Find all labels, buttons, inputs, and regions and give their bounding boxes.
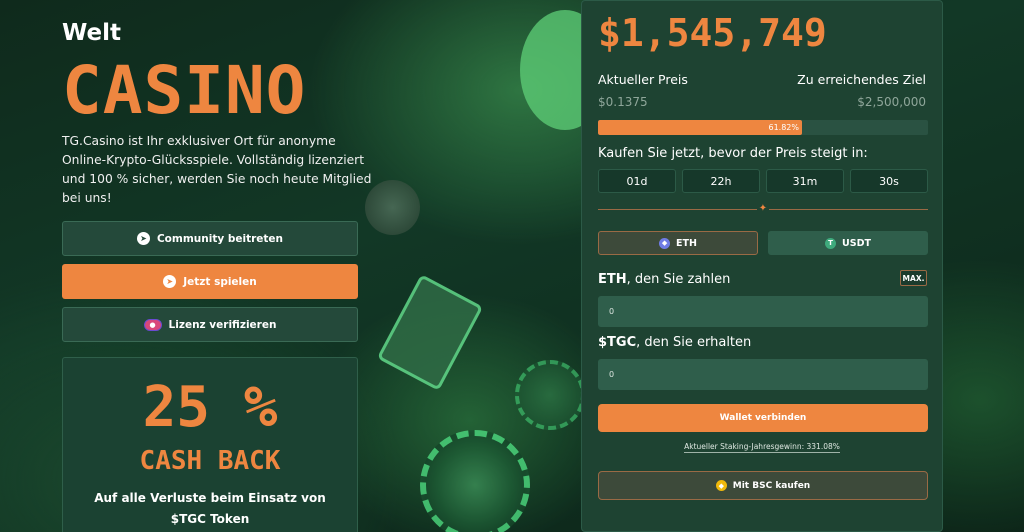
token-usdt-button[interactable]: T USDT <box>768 231 928 255</box>
current-price-value: $0.1375 <box>598 95 648 109</box>
background-chip <box>515 360 585 430</box>
hero-title: CASINO <box>62 52 307 129</box>
community-button-label: Community beitreten <box>156 232 284 245</box>
pay-label-text: , den Sie zahlen <box>626 272 731 287</box>
background-chip <box>420 430 530 532</box>
timer-days: 01d <box>598 169 676 193</box>
presale-panel: $1,545,749 Aktueller Preis Zu erreichend… <box>581 0 943 532</box>
telegram-icon: ➤ <box>136 232 150 245</box>
hero-description: TG.Casino ist Ihr exklusiver Ort für ano… <box>62 134 372 205</box>
verify-license-button[interactable]: ● Lizenz verifizieren <box>62 307 358 342</box>
cashback-percent: 25 % <box>142 375 278 440</box>
cashback-card: 25 % CASH BACK Auf alle Verluste beim Ei… <box>62 357 358 532</box>
target-label: Zu erreichendes Ziel <box>797 72 926 87</box>
license-badge-icon: ● <box>143 318 162 331</box>
receive-label-text: , den Sie erhalten <box>636 335 752 350</box>
buy-with-bsc-label: Mit BSC kaufen <box>732 480 811 491</box>
current-price-label: Aktueller Preis <box>598 72 688 87</box>
target-value: $2,500,000 <box>857 95 926 109</box>
receive-currency: $TGC <box>598 335 637 350</box>
background-chip <box>365 180 420 235</box>
max-button[interactable]: MAX. <box>900 270 927 286</box>
receive-label: $TGC, den Sie erhalten <box>598 335 751 350</box>
timer-seconds: 30s <box>850 169 928 193</box>
receive-input[interactable]: 0 <box>598 359 928 390</box>
progress-bar: 61.82% <box>598 120 928 135</box>
token-eth-button[interactable]: ◆ ETH <box>598 231 758 255</box>
pay-currency: ETH <box>598 272 627 287</box>
token-eth-label: ETH <box>676 237 697 249</box>
progress-label: 61.82% <box>768 123 799 132</box>
verify-license-label: Lizenz verifizieren <box>168 318 277 331</box>
cashback-description: Auf alle Verluste beim Einsatz von $TGC … <box>94 491 326 526</box>
pay-input[interactable]: 0 <box>598 296 928 327</box>
token-usdt-label: USDT <box>842 237 871 249</box>
buy-with-bsc-button[interactable]: ◆ Mit BSC kaufen <box>598 471 928 500</box>
eth-icon: ◆ <box>659 237 671 249</box>
bnb-icon: ◆ <box>715 480 727 491</box>
hero-subtitle: Welt <box>62 20 122 46</box>
play-button-label: Jetzt spielen <box>183 275 257 288</box>
pay-label: ETH, den Sie zahlen <box>598 272 730 287</box>
community-button[interactable]: ➤ Community beitreten <box>62 221 358 256</box>
background-card <box>376 274 484 391</box>
staking-link[interactable]: Aktueller Staking-Jahresgewinn: 331.08% <box>684 442 840 453</box>
staking-info: Aktueller Staking-Jahresgewinn: 331.08% <box>582 442 942 453</box>
telegram-icon: ➤ <box>163 275 177 288</box>
usdt-icon: T <box>825 237 837 249</box>
diamond-icon: ✦ <box>757 203 769 215</box>
raised-amount: $1,545,749 <box>598 11 827 55</box>
cashback-title: CASH BACK <box>139 446 281 476</box>
progress-fill: 61.82% <box>598 120 802 135</box>
timer-hours: 22h <box>682 169 760 193</box>
connect-wallet-button[interactable]: Wallet verbinden <box>598 404 928 432</box>
play-button[interactable]: ➤ Jetzt spielen <box>62 264 358 299</box>
timer-label: Kaufen Sie jetzt, bevor der Preis steigt… <box>598 146 868 161</box>
timer-minutes: 31m <box>766 169 844 193</box>
